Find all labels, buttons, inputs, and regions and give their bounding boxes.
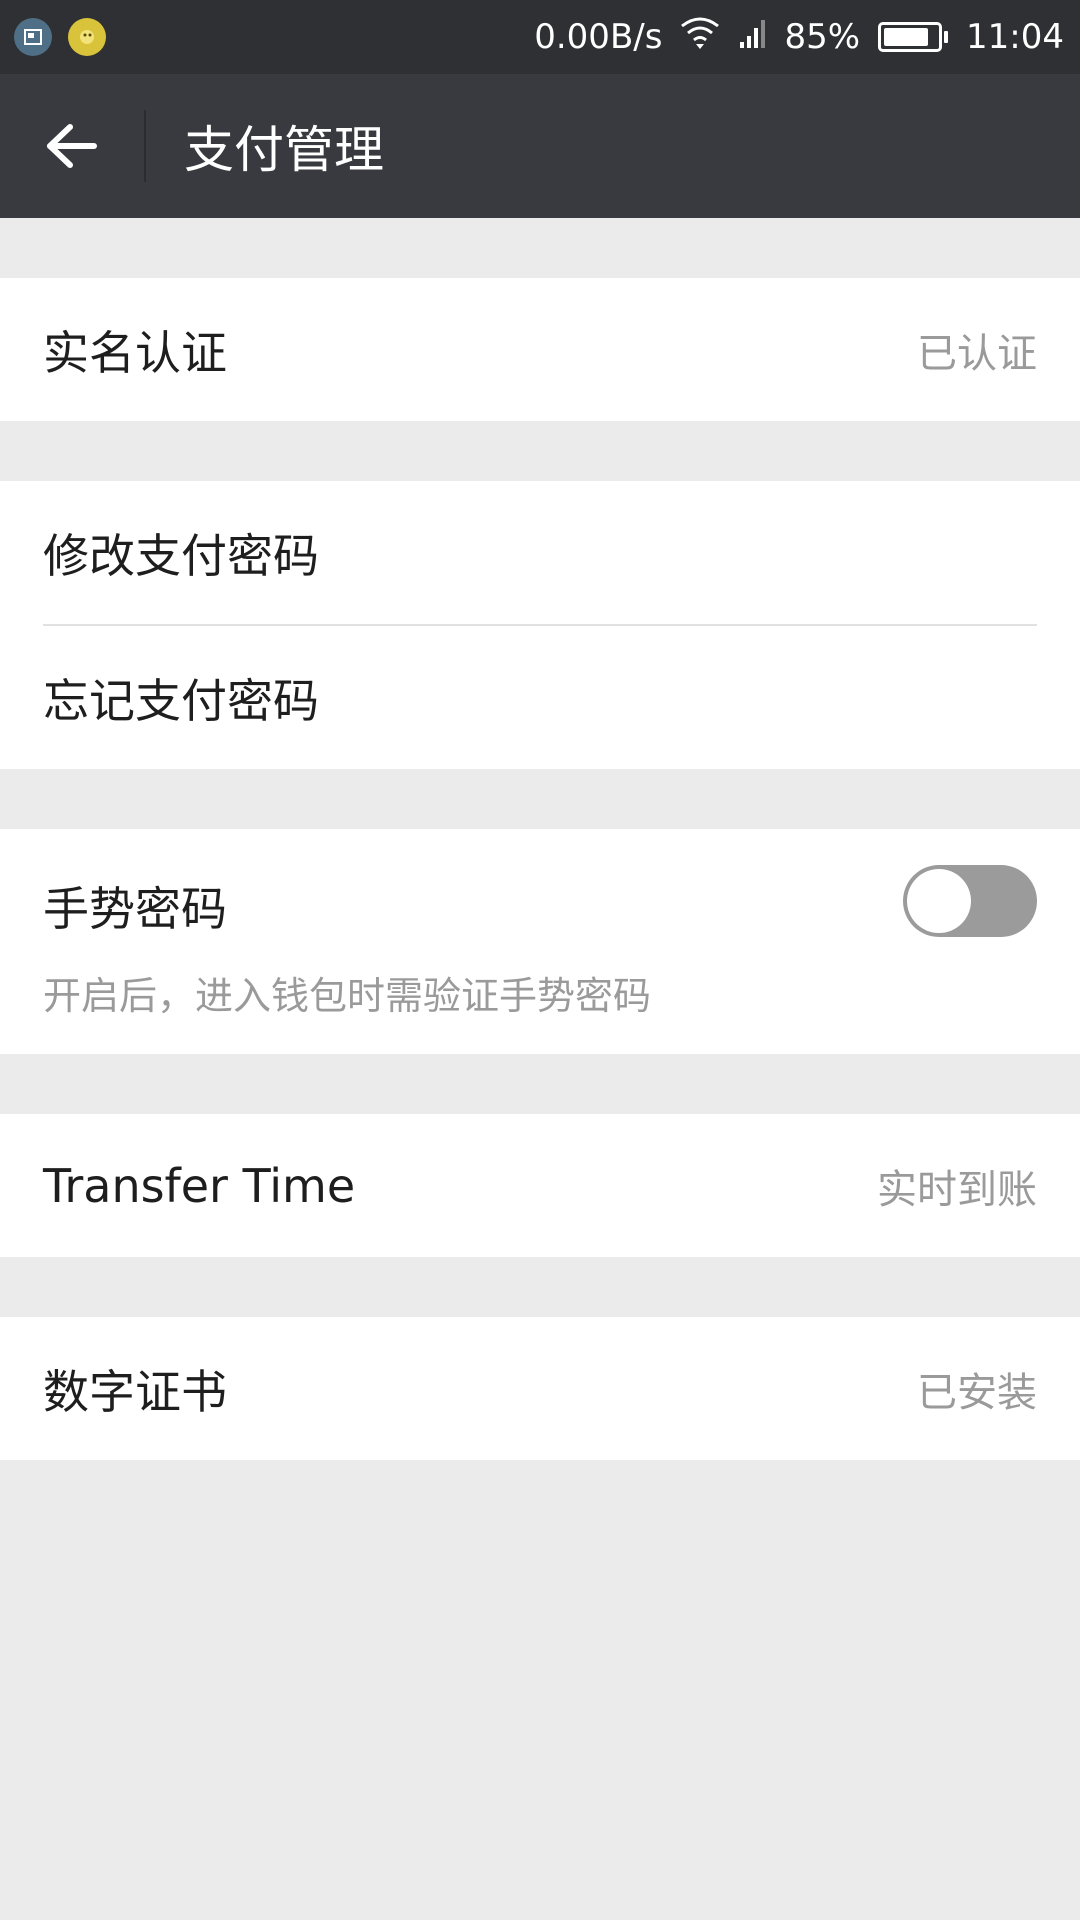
- app-bar-divider: [144, 110, 146, 182]
- certificate-row[interactable]: 数字证书 已安装: [0, 1317, 1080, 1460]
- back-button[interactable]: [0, 74, 144, 218]
- gesture-password-label: 手势密码: [43, 882, 227, 936]
- change-password-label: 修改支付密码: [43, 528, 319, 583]
- page-title: 支付管理: [184, 121, 384, 179]
- battery-percent: 85%: [784, 17, 861, 57]
- settings-list: 实名认证 已认证 修改支付密码 忘记支付密码 手势密码 开启后，进入钱包时需验证…: [0, 218, 1080, 1460]
- gesture-password-toggle[interactable]: [903, 865, 1037, 937]
- certificate-status: 已安装: [917, 1369, 1037, 1416]
- gesture-password-row: 手势密码 开启后，进入钱包时需验证手势密码: [0, 829, 1080, 1054]
- screenshot-notification-icon: [14, 18, 52, 56]
- transfer-time-row[interactable]: Transfer Time 实时到账: [0, 1114, 1080, 1257]
- signal-icon: [738, 16, 766, 59]
- certificate-group: 数字证书 已安装: [0, 1317, 1080, 1460]
- clock: 11:04: [966, 17, 1064, 57]
- forgot-password-row[interactable]: 忘记支付密码: [0, 626, 1080, 769]
- transfer-time-label: Transfer Time: [43, 1158, 356, 1213]
- change-password-row[interactable]: 修改支付密码: [0, 481, 1080, 624]
- real-name-row[interactable]: 实名认证 已认证: [0, 278, 1080, 421]
- transfer-time-group: Transfer Time 实时到账: [0, 1114, 1080, 1257]
- net-speed: 0.00B/s: [534, 17, 663, 57]
- certificate-label: 数字证书: [43, 1364, 227, 1419]
- forgot-password-label: 忘记支付密码: [43, 673, 319, 728]
- status-bar: 0.00B/s 85% 11:04: [0, 0, 1080, 74]
- app-bar: 支付管理: [0, 74, 1080, 218]
- password-group: 修改支付密码 忘记支付密码: [0, 481, 1080, 769]
- status-indicators: 0.00B/s 85% 11:04: [534, 0, 1064, 74]
- real-name-group: 实名认证 已认证: [0, 278, 1080, 421]
- battery-icon: [878, 22, 949, 52]
- gesture-password-description: 开启后，进入钱包时需验证手势密码: [43, 974, 652, 1018]
- real-name-status: 已认证: [917, 330, 1037, 377]
- toggle-knob: [907, 869, 971, 933]
- app-notification-icon: [68, 18, 106, 56]
- arrow-left-icon: [47, 124, 97, 168]
- real-name-label: 实名认证: [43, 325, 227, 380]
- gesture-group: 手势密码 开启后，进入钱包时需验证手势密码: [0, 829, 1080, 1054]
- notification-icons: [0, 18, 106, 56]
- transfer-time-value: 实时到账: [877, 1166, 1037, 1213]
- wifi-icon: [680, 16, 720, 59]
